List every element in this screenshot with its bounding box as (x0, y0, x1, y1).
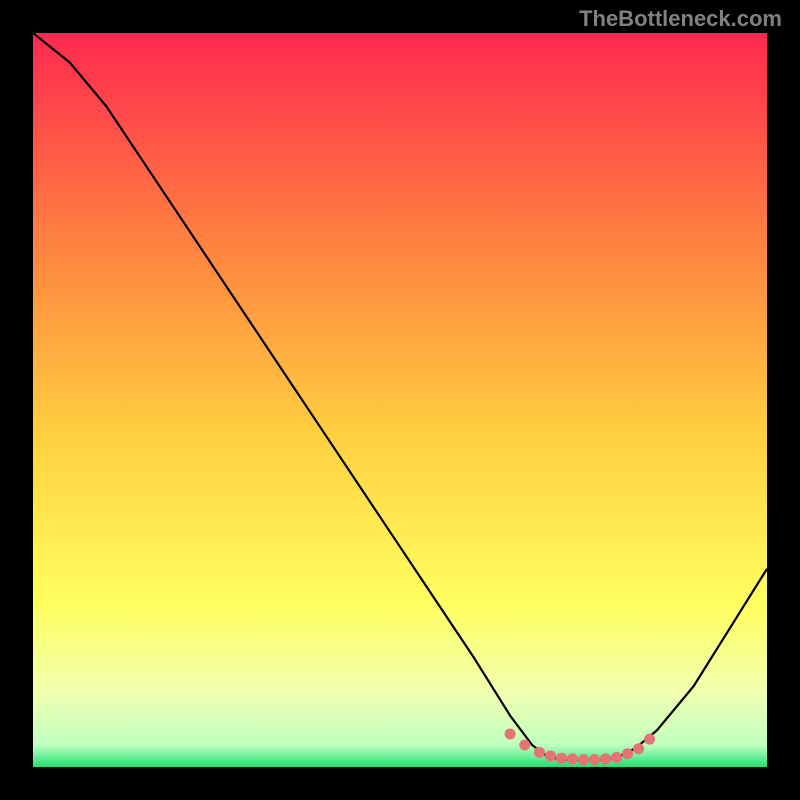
chart-container: TheBottleneck.com (0, 0, 800, 800)
plot-area (33, 33, 767, 767)
highlight-dot (589, 754, 600, 765)
gradient-background (33, 33, 767, 767)
watermark-text: TheBottleneck.com (579, 6, 782, 32)
highlight-dot (578, 754, 589, 765)
highlight-dot (611, 752, 622, 763)
highlight-dot (534, 747, 545, 758)
highlight-dot (556, 753, 567, 764)
chart-svg (33, 33, 767, 767)
highlight-dot (622, 748, 633, 759)
highlight-dot (600, 753, 611, 764)
highlight-dot (633, 743, 644, 754)
highlight-dot (567, 753, 578, 764)
highlight-dot (519, 739, 530, 750)
highlight-dot (505, 728, 516, 739)
highlight-dot (545, 750, 556, 761)
highlight-dot (644, 734, 655, 745)
